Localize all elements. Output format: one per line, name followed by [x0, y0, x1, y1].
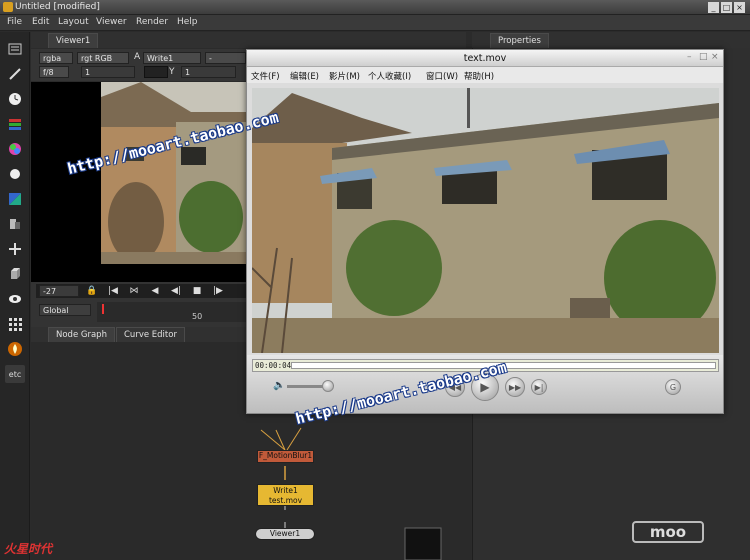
quicktime-window[interactable]: text.mov – □ × 文件(F) 编辑(E) 影片(M) 个人收藏(I)…	[246, 49, 724, 414]
node-write-file: test.mov	[268, 496, 303, 505]
menu-help[interactable]: Help	[177, 17, 198, 27]
prev-keyframe-icon[interactable]: ◀	[146, 286, 164, 296]
b-input-dropdown[interactable]: -	[205, 52, 246, 64]
timecode-display: 00:00:04	[255, 361, 292, 370]
timeline-ruler[interactable]: 50	[97, 302, 246, 322]
step-back-icon[interactable]: ⋈	[125, 286, 143, 296]
color-wheel-icon[interactable]	[5, 140, 25, 158]
node-write[interactable]: Write1 test.mov	[257, 484, 314, 506]
viewer-controls: rgba rgt RGB A Write1 - f/8 1 Y 1	[31, 49, 246, 81]
3d-cube-icon[interactable]	[5, 265, 25, 283]
circle-icon[interactable]	[5, 165, 25, 183]
tab-node-graph[interactable]: Node Graph	[48, 327, 115, 342]
qt-menu-help[interactable]: 帮助(H)	[464, 70, 494, 82]
quicktime-video-frame[interactable]	[252, 88, 719, 353]
eye-icon[interactable]	[5, 290, 25, 308]
a-input-label: A	[134, 52, 141, 62]
qt-menu-favorites[interactable]: 个人收藏(I)	[368, 70, 411, 82]
viewer-image	[101, 82, 246, 264]
qt-menu-movie[interactable]: 影片(M)	[329, 70, 360, 82]
clock-icon[interactable]	[5, 90, 25, 108]
video-image	[252, 88, 719, 353]
quicktime-title-bar[interactable]: text.mov – □ ×	[247, 50, 723, 67]
close-button[interactable]: ×	[734, 2, 745, 13]
bottom-left-logo: 火星时代	[4, 542, 53, 556]
channels-dropdown[interactable]: rgba	[39, 52, 73, 64]
fstop-field[interactable]: f/8	[39, 66, 69, 78]
stop-icon[interactable]: ■	[188, 286, 206, 296]
end-button[interactable]: ▶|	[531, 379, 547, 395]
a-input-dropdown[interactable]: Write1	[143, 52, 201, 64]
menu-viewer[interactable]: Viewer	[96, 17, 127, 27]
title-bar: Untitled [modified] _ □ ×	[0, 0, 750, 15]
range-scope-dropdown[interactable]: Global	[39, 304, 91, 316]
viewer-canvas[interactable]	[31, 82, 246, 282]
grid-icon[interactable]	[5, 315, 25, 333]
qt-menu-edit[interactable]: 编辑(E)	[290, 70, 319, 82]
timeline-mark-label: 50	[192, 312, 203, 321]
minimize-button[interactable]: _	[708, 2, 719, 13]
bottom-right-logo: moo	[632, 521, 704, 543]
properties-tab-bar: Properties	[472, 32, 750, 48]
quicktime-menu-bar: 文件(F) 编辑(E) 影片(M) 个人收藏(I) 窗口(W) 帮助(H)	[247, 67, 723, 83]
app-icon	[3, 2, 13, 12]
node-write-label: Write1	[273, 486, 298, 495]
node-viewer[interactable]: Viewer1	[255, 528, 315, 540]
maximize-button[interactable]: □	[721, 2, 732, 13]
qt-minimize-icon[interactable]: –	[687, 52, 692, 62]
volume-icon: 🔈	[273, 380, 286, 391]
transform-icon[interactable]	[5, 240, 25, 258]
qt-menu-file[interactable]: 文件(F)	[251, 70, 280, 82]
resize-button[interactable]: G	[665, 379, 681, 395]
paint-brush-icon[interactable]	[5, 65, 25, 83]
tab-viewer1[interactable]: Viewer1	[48, 33, 99, 48]
window-title: Untitled [modified]	[15, 2, 100, 12]
quicktime-title: text.mov	[463, 53, 507, 64]
tool-palette: etc	[0, 32, 30, 560]
tab-properties[interactable]: Properties	[490, 33, 549, 48]
fast-forward-button[interactable]: ▶▶	[505, 377, 525, 397]
frame-field[interactable]: -27	[39, 285, 79, 297]
play-backward-icon[interactable]: ◀|	[167, 286, 185, 296]
keyer-icon[interactable]	[5, 190, 25, 208]
qt-menu-window[interactable]: 窗口(W)	[426, 70, 458, 82]
tab-curve-editor[interactable]: Curve Editor	[116, 327, 185, 342]
gain-field[interactable]: 1	[81, 66, 135, 78]
color-bars-icon[interactable]	[5, 115, 25, 133]
gamma-field[interactable]: 1	[181, 66, 236, 78]
merge-icon[interactable]	[5, 215, 25, 233]
qt-maximize-icon[interactable]: □	[699, 52, 708, 62]
etc-icon[interactable]: etc	[5, 365, 25, 383]
colorspace-dropdown[interactable]: rgt RGB	[77, 52, 129, 64]
menu-layout[interactable]: Layout	[58, 17, 89, 27]
lock-icon[interactable]: 🔒	[83, 286, 101, 296]
y-label: Y	[169, 67, 175, 77]
menu-bar: File Edit Layout Viewer Render Help	[0, 15, 750, 31]
fire-icon[interactable]	[5, 340, 25, 358]
node-motionblur[interactable]: F_MotionBlur1	[257, 450, 314, 463]
first-frame-icon[interactable]: |◀	[104, 286, 122, 296]
viewer-tab-bar: Viewer1	[31, 32, 466, 48]
volume-knob[interactable]	[322, 380, 334, 392]
menu-edit[interactable]: Edit	[32, 17, 49, 27]
menu-file[interactable]: File	[7, 17, 22, 27]
qt-close-icon[interactable]: ×	[711, 52, 719, 62]
play-forward-icon[interactable]: |▶	[209, 286, 227, 296]
menu-render[interactable]: Render	[136, 17, 168, 27]
gain-slider[interactable]	[144, 66, 168, 78]
viewer-icon[interactable]	[5, 40, 25, 58]
timeline-panel: -27 🔒 |◀ ⋈ ◀ ◀| ■ |▶ Global 50	[31, 282, 246, 327]
volume-slider[interactable]	[287, 385, 327, 388]
playhead[interactable]	[102, 304, 104, 314]
